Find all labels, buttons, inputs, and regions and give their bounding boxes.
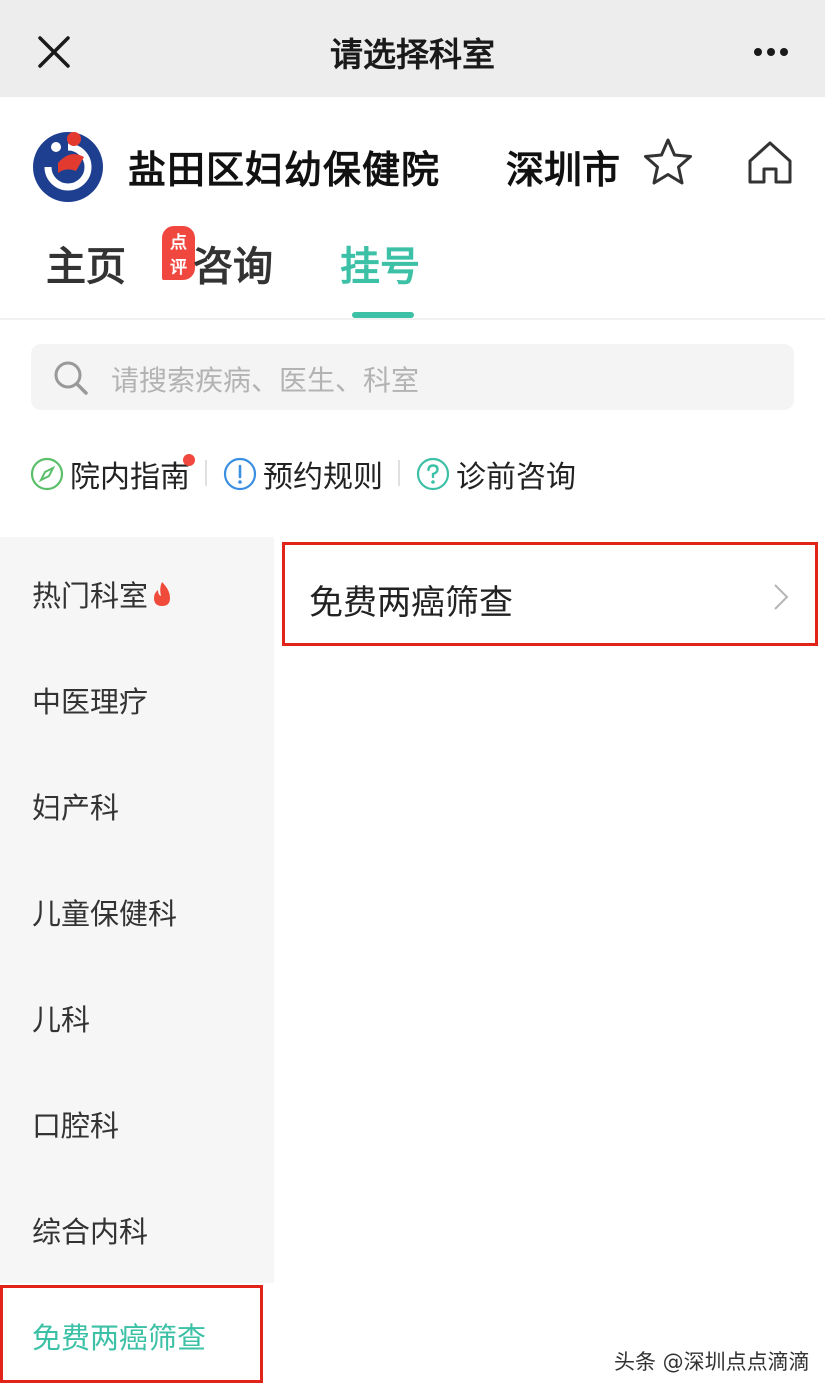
divider bbox=[205, 460, 207, 486]
star-icon[interactable] bbox=[642, 137, 694, 187]
exclamation-circle-icon bbox=[223, 457, 257, 491]
dept-item-child-health[interactable]: 儿童保健科 bbox=[0, 859, 274, 965]
quick-link-rules[interactable]: 预约规则 bbox=[223, 452, 383, 496]
tab-label: 咨询 bbox=[193, 244, 273, 290]
hospital-header: 盐田区妇幼保健院 深圳市 bbox=[0, 97, 825, 227]
fire-icon bbox=[154, 582, 171, 606]
dept-label: 中医理疗 bbox=[32, 685, 149, 719]
dept-label: 儿科 bbox=[32, 1003, 91, 1037]
quick-links: 院内指南 预约规则 诊前咨询 bbox=[30, 452, 810, 496]
hospital-logo bbox=[33, 132, 103, 202]
tab-label: 挂号 bbox=[340, 244, 420, 290]
dept-label: 儿童保健科 bbox=[32, 897, 178, 931]
dept-item-obstetrics[interactable]: 妇产科 bbox=[0, 753, 274, 859]
more-icon[interactable] bbox=[753, 46, 789, 58]
dept-item-dental[interactable]: 口腔科 bbox=[0, 1071, 274, 1177]
compass-icon bbox=[30, 457, 64, 491]
quick-link-guide[interactable]: 院内指南 bbox=[30, 452, 195, 496]
search-placeholder: 请搜索疾病、医生、科室 bbox=[111, 364, 420, 397]
highlight-box bbox=[0, 1285, 263, 1383]
quick-link-label: 院内指南 bbox=[70, 460, 190, 495]
active-tab-indicator bbox=[352, 312, 414, 318]
dept-item-internal[interactable]: 综合内科 bbox=[0, 1177, 274, 1283]
sub-dept-label: 免费两癌筛查 bbox=[309, 583, 513, 623]
dept-label: 热门科室 bbox=[32, 579, 149, 613]
review-badge: 点评 bbox=[162, 226, 195, 280]
quick-link-consult[interactable]: 诊前咨询 bbox=[416, 452, 576, 496]
tab-home[interactable]: 主页 点评 bbox=[46, 226, 195, 292]
question-circle-icon bbox=[416, 457, 450, 491]
tab-label: 主页 bbox=[46, 244, 126, 290]
search-input[interactable]: 请搜索疾病、医生、科室 bbox=[31, 344, 794, 410]
hospital-city: 深圳市 bbox=[506, 148, 621, 192]
page-title: 请选择科室 bbox=[330, 35, 495, 74]
divider bbox=[398, 460, 400, 486]
watermark: 头条 @深圳点点滴滴 bbox=[614, 1350, 810, 1374]
tab-consult[interactable]: 咨询 bbox=[193, 234, 273, 292]
quick-link-label: 诊前咨询 bbox=[456, 460, 576, 495]
dept-item-tcm[interactable]: 中医理疗 bbox=[0, 647, 274, 753]
dept-item-hot[interactable]: 热门科室 bbox=[0, 541, 274, 647]
dept-label: 口腔科 bbox=[32, 1109, 120, 1143]
home-icon[interactable] bbox=[746, 139, 794, 185]
hospital-name: 盐田区妇幼保健院 bbox=[128, 148, 441, 192]
tab-register[interactable]: 挂号 bbox=[340, 234, 420, 292]
sub-dept-item[interactable]: 免费两癌筛查 bbox=[282, 542, 818, 646]
chevron-right-icon bbox=[774, 584, 789, 610]
dept-item-pediatrics[interactable]: 儿科 bbox=[0, 965, 274, 1071]
tab-bar: 主页 点评 咨询 挂号 bbox=[0, 222, 825, 320]
search-icon bbox=[54, 361, 88, 395]
top-nav-bar: 请选择科室 bbox=[0, 0, 825, 97]
notification-dot bbox=[183, 454, 195, 466]
dept-label: 妇产科 bbox=[32, 791, 120, 825]
dept-label: 综合内科 bbox=[32, 1215, 149, 1249]
department-list: 热门科室 中医理疗 妇产科 儿童保健科 儿科 口腔科 综合内科 免费两癌筛查 bbox=[0, 537, 274, 1389]
quick-link-label: 预约规则 bbox=[263, 460, 383, 495]
